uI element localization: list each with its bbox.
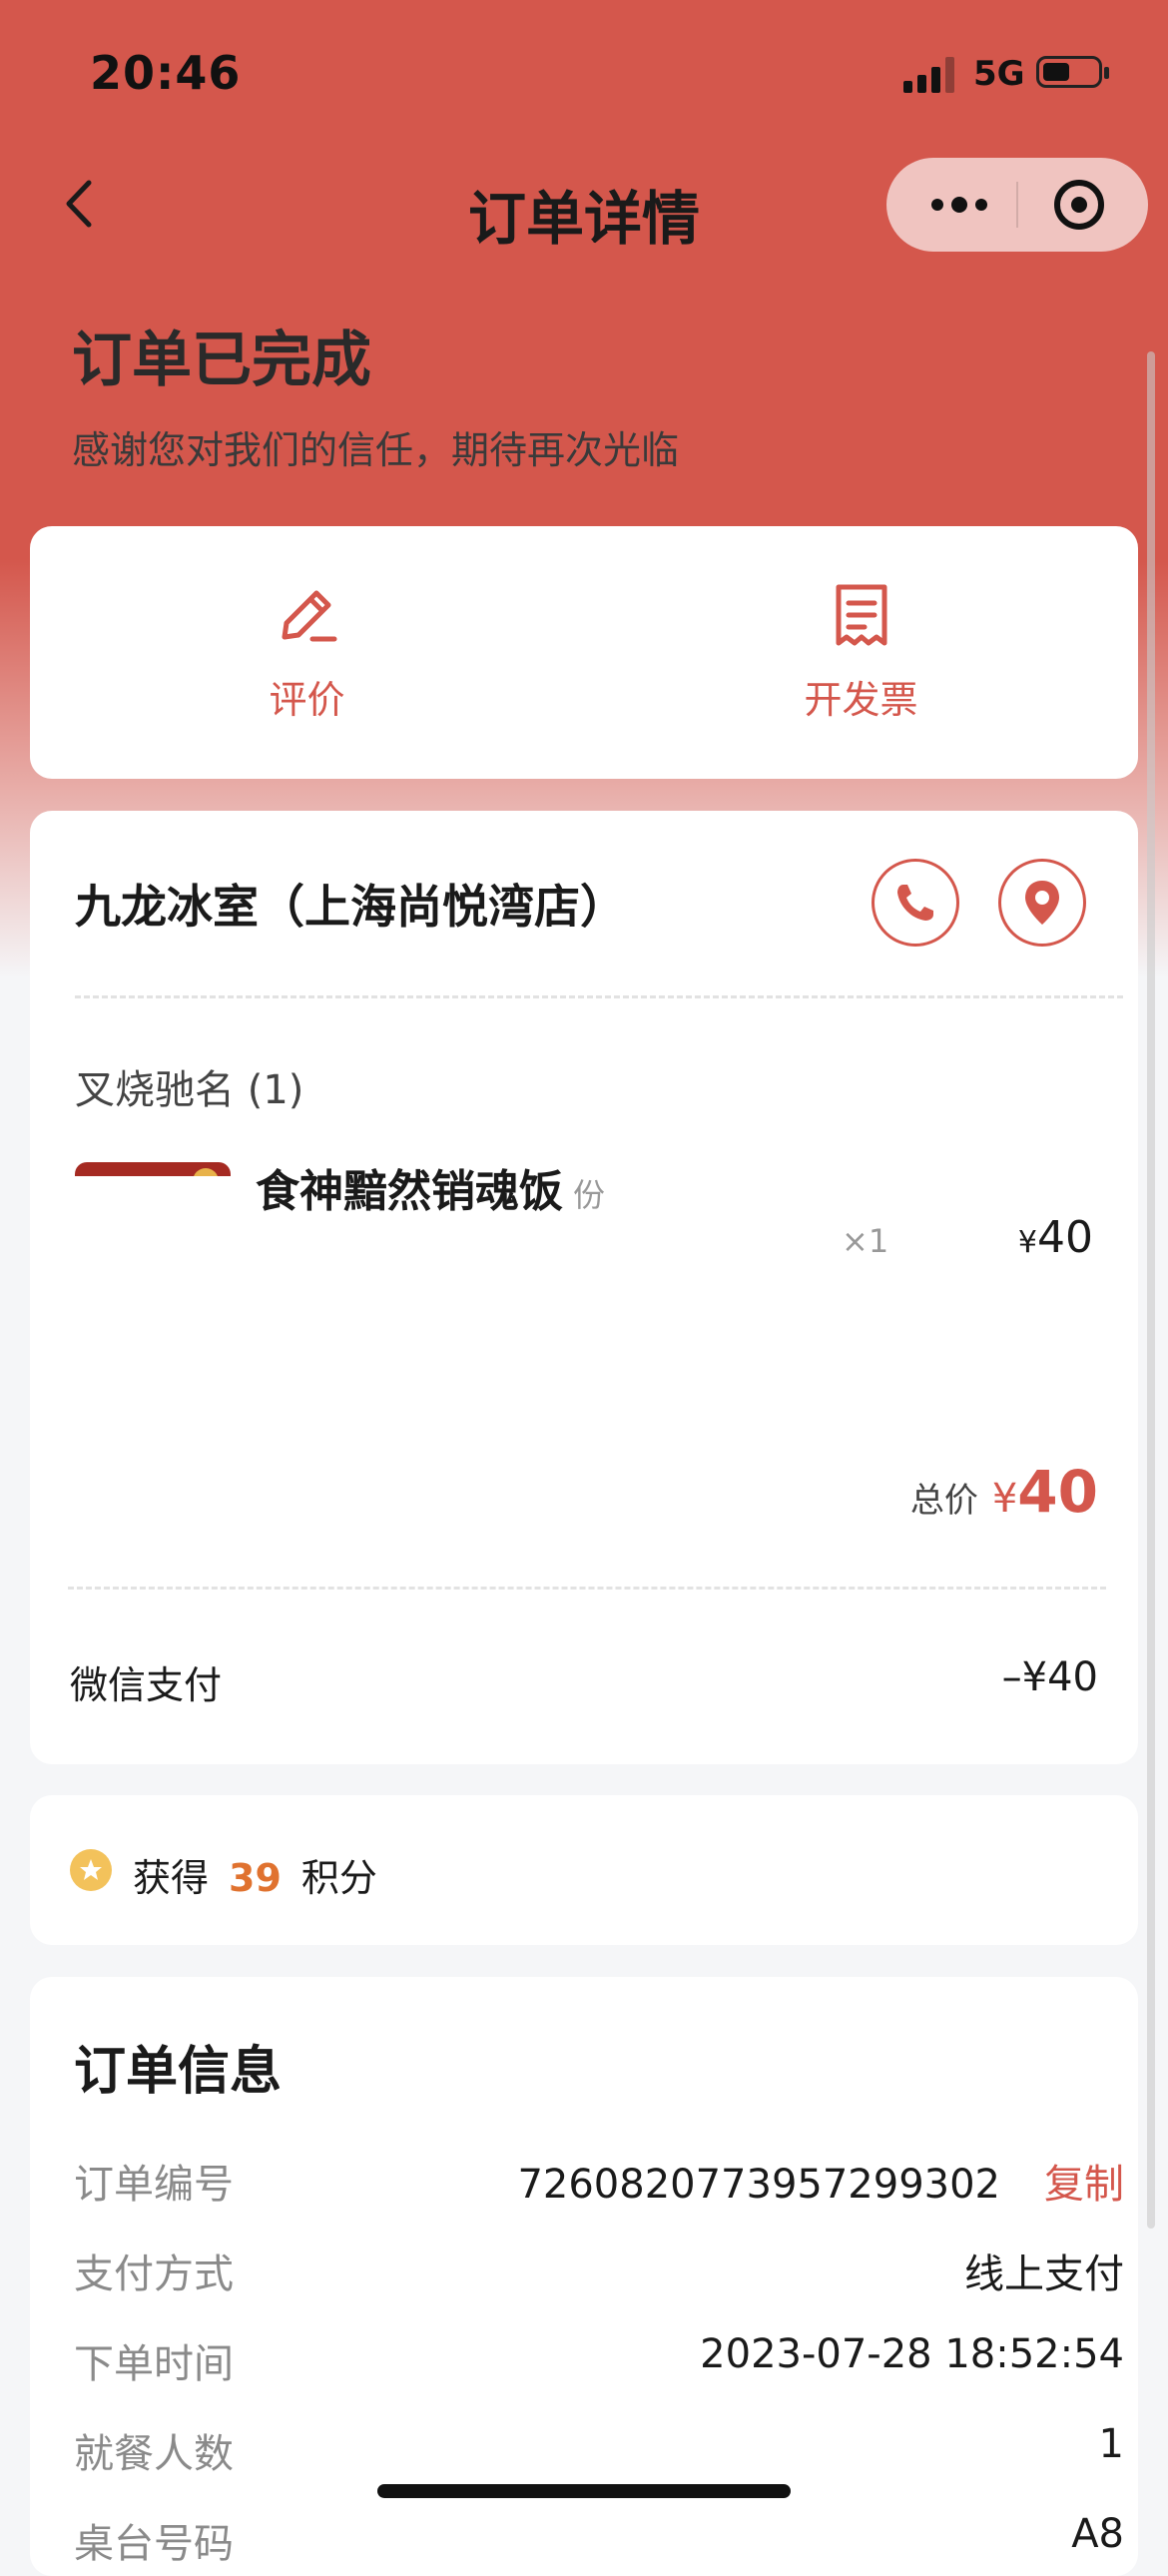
- dish-quantity: ×1: [842, 1222, 889, 1260]
- divider: [68, 1587, 1106, 1590]
- points-earned: 获得 39 积分: [133, 1856, 377, 1900]
- dish-group-title: 叉烧驰名 (1): [75, 1067, 304, 1113]
- info-key: 订单编号: [74, 2162, 234, 2208]
- order-status-subtitle: 感谢您对我们的信任，期待再次光临: [72, 428, 680, 472]
- order-status-title: 订单已完成: [72, 325, 371, 395]
- capsule-divider: [1016, 182, 1018, 228]
- scrollbar[interactable]: [1147, 351, 1155, 2229]
- dish-price: ¥40: [1017, 1212, 1093, 1263]
- info-row-order-time: 下单时间 2023-07-28 18:52:54: [74, 2331, 1124, 2391]
- receipt-icon: [836, 584, 886, 646]
- order-actions-card: 评价 开发票: [30, 526, 1138, 779]
- phone-icon: [897, 885, 933, 921]
- payment-amount: –¥40: [1001, 1654, 1098, 1700]
- edit-icon: [282, 590, 336, 642]
- mini-program-capsule: [886, 158, 1148, 252]
- payment-method: 微信支付: [70, 1663, 223, 1707]
- copy-button[interactable]: 复制: [1044, 2162, 1124, 2208]
- info-value: 1: [1098, 2421, 1124, 2467]
- home-indicator: [377, 2484, 791, 2498]
- dish-image: [75, 1162, 231, 1176]
- info-key: 支付方式: [74, 2252, 234, 2297]
- store-order-card: 九龙冰室（上海尚悦湾店） 叉烧驰名 (1) 食神黯然销魂饭份 ×1 ¥40 总价…: [30, 811, 1138, 1764]
- info-value: 7260820773957299302 复制: [517, 2162, 1124, 2208]
- store-location-button[interactable]: [998, 859, 1086, 947]
- info-value: 线上支付: [964, 2252, 1124, 2297]
- more-icon[interactable]: [924, 158, 994, 252]
- navigation-bar: 订单详情: [0, 150, 1168, 260]
- call-store-button[interactable]: [872, 859, 959, 947]
- info-row-order-number: 订单编号 7260820773957299302 复制: [74, 2152, 1124, 2212]
- info-row-table: 桌台号码 A8: [74, 2511, 1124, 2571]
- status-time: 20:46: [90, 46, 242, 100]
- battery-icon: [1036, 56, 1109, 88]
- location-icon: [1025, 881, 1059, 925]
- network-label: 5G: [973, 54, 1025, 94]
- status-bar: 20:46 5G: [0, 0, 1168, 140]
- info-key: 下单时间: [74, 2341, 234, 2387]
- info-key: 就餐人数: [74, 2431, 234, 2477]
- invoice-label: 开发票: [804, 678, 918, 722]
- points-value: 39: [229, 1856, 282, 1900]
- points-card: 获得 39 积分: [30, 1795, 1138, 1945]
- invoice-button[interactable]: 开发票: [584, 526, 1138, 779]
- divider: [75, 995, 1123, 998]
- order-total: 总价 ¥40: [909, 1458, 1098, 1526]
- total-value: 40: [1017, 1458, 1098, 1526]
- star-coin-icon: [70, 1849, 112, 1891]
- review-button[interactable]: 评价: [30, 526, 584, 779]
- store-name: 九龙冰室（上海尚悦湾店）: [75, 880, 626, 934]
- dish-unit: 份: [573, 1176, 606, 1214]
- dish-name: 食神黯然销魂饭份: [256, 1166, 606, 1217]
- review-label: 评价: [269, 678, 345, 722]
- info-value: 2023-07-28 18:52:54: [700, 2331, 1124, 2377]
- info-row-diners: 就餐人数 1: [74, 2421, 1124, 2481]
- total-label: 总价: [909, 1481, 978, 1521]
- info-row-payment: 支付方式 线上支付: [74, 2242, 1124, 2301]
- info-key: 桌台号码: [74, 2521, 234, 2567]
- signal-icon: [903, 57, 957, 93]
- info-value: A8: [1071, 2511, 1124, 2557]
- target-icon[interactable]: [1054, 180, 1104, 230]
- order-info-title: 订单信息: [74, 2042, 283, 2102]
